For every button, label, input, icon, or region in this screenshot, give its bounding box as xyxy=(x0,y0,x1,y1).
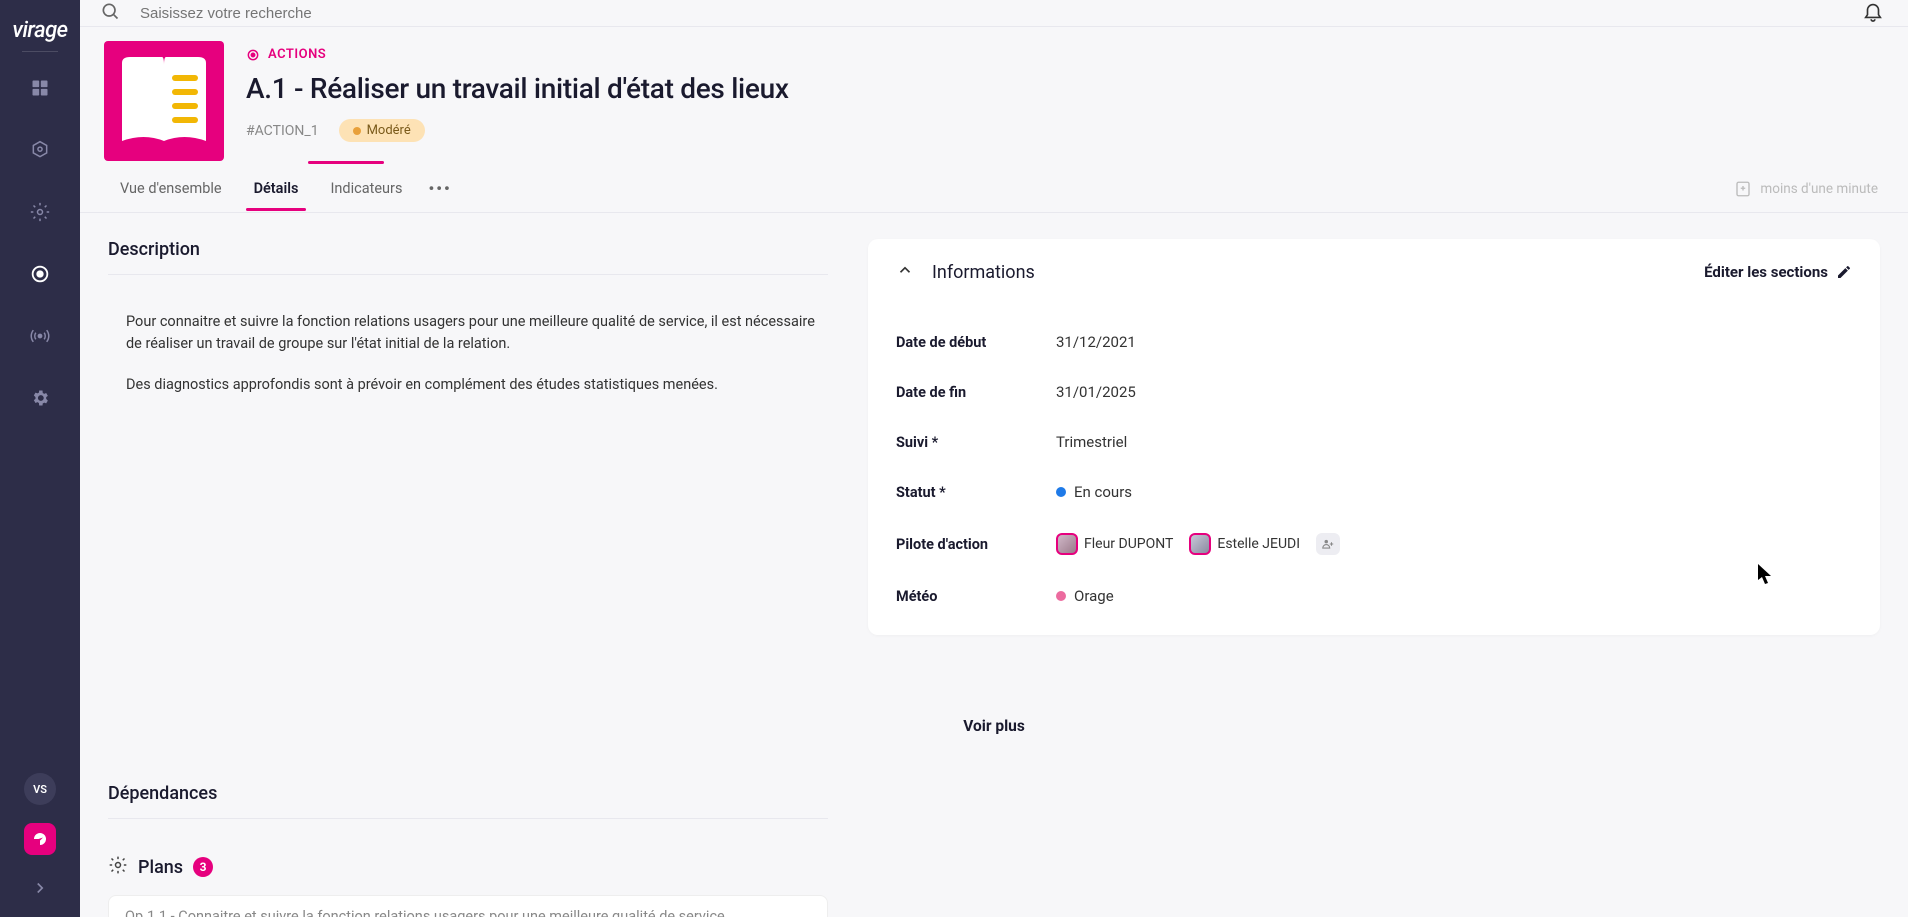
end-date-label: Date de fin xyxy=(896,384,1056,401)
plans-count-badge: 3 xyxy=(193,857,213,877)
end-date-value: 31/01/2025 xyxy=(1056,383,1136,401)
action-id: #ACTION_1 xyxy=(246,123,319,139)
start-date-label: Date de début xyxy=(896,334,1056,351)
last-update: moins d'une minute xyxy=(1734,180,1884,198)
action-document-icon xyxy=(104,41,224,161)
dependances-section: Dépendances xyxy=(80,755,1908,819)
description-title: Description xyxy=(108,239,828,275)
tab-overview[interactable]: Vue d'ensemble xyxy=(104,166,238,211)
priority-badge: Modéré xyxy=(339,119,425,142)
description-section: Description Pour connaitre et suivre la … xyxy=(108,239,828,635)
sidebar-expand-icon[interactable] xyxy=(31,873,49,907)
pilot-chip-1[interactable]: Fleur DUPONT xyxy=(1056,533,1173,555)
nav-gear-icon[interactable] xyxy=(28,200,52,224)
start-date-value: 31/12/2021 xyxy=(1056,333,1136,351)
edit-sections-button[interactable]: Éditer les sections xyxy=(1704,263,1852,281)
pilot-value: Fleur DUPONT Estelle JEUDI xyxy=(1056,533,1340,555)
logo-divider xyxy=(22,51,58,52)
nav-target-icon[interactable] xyxy=(28,262,52,286)
tab-indicators[interactable]: Indicateurs xyxy=(314,166,418,211)
avatar xyxy=(1189,533,1211,555)
main-content: ACTIONS A.1 - Réaliser un travail initia… xyxy=(80,0,1908,917)
voir-plus-button[interactable]: Voir plus xyxy=(108,675,1880,755)
meteo-label: Météo xyxy=(896,588,1056,605)
pencil-icon xyxy=(1836,264,1852,280)
search-icon[interactable] xyxy=(100,1,120,25)
dependances-title: Dépendances xyxy=(108,783,828,819)
avatar xyxy=(1056,533,1078,555)
tab-overflow-icon[interactable]: ••• xyxy=(418,165,461,212)
plan-item[interactable]: Op.1.1 - Connaitre et suivre la fonction… xyxy=(108,895,828,917)
breadcrumb[interactable]: ACTIONS xyxy=(246,47,1884,62)
page-title: A.1 - Réaliser un travail initial d'état… xyxy=(246,72,1884,105)
description-body: Pour connaitre et suivre la fonction rel… xyxy=(108,275,828,396)
informations-card: Informations Éditer les sections Date de… xyxy=(868,239,1880,635)
user-avatar-badge[interactable]: VS xyxy=(24,773,56,805)
nav-dashboard-icon[interactable] xyxy=(28,76,52,100)
save-file-icon xyxy=(1734,180,1752,198)
tab-details[interactable]: Détails xyxy=(238,166,315,211)
page-header: ACTIONS A.1 - Réaliser un travail initia… xyxy=(80,27,1908,161)
notifications-icon[interactable] xyxy=(1862,0,1884,26)
pilot-label: Pilote d'action xyxy=(896,536,1056,553)
breadcrumb-label: ACTIONS xyxy=(268,47,326,62)
status-dot-icon xyxy=(1056,487,1066,497)
suivi-label: Suivi * xyxy=(896,434,1056,451)
meteo-value: Orage xyxy=(1056,587,1114,605)
plans-gear-icon xyxy=(108,855,128,879)
app-logo: virage xyxy=(12,18,67,43)
statut-value: En cours xyxy=(1056,483,1132,501)
meteo-dot-icon xyxy=(1056,591,1066,601)
sidebar: virage VS xyxy=(0,0,80,917)
nav-settings-icon[interactable] xyxy=(28,386,52,410)
collapse-icon[interactable] xyxy=(896,261,914,283)
tabs: Vue d'ensemble Détails Indicateurs ••• m… xyxy=(80,165,1908,213)
suivi-value: Trimestriel xyxy=(1056,433,1127,451)
informations-title: Informations xyxy=(932,262,1035,283)
nav-hex-icon[interactable] xyxy=(28,138,52,162)
app-switcher-icon[interactable] xyxy=(24,823,56,855)
nav-broadcast-icon[interactable] xyxy=(28,324,52,348)
add-pilot-button[interactable] xyxy=(1316,533,1340,555)
plans-header[interactable]: Plans 3 xyxy=(80,819,1908,889)
plans-title: Plans xyxy=(138,857,183,878)
statut-label: Statut * xyxy=(896,484,1056,501)
search-input[interactable] xyxy=(140,5,1862,22)
pilot-chip-2[interactable]: Estelle JEUDI xyxy=(1189,533,1300,555)
topbar xyxy=(80,0,1908,27)
